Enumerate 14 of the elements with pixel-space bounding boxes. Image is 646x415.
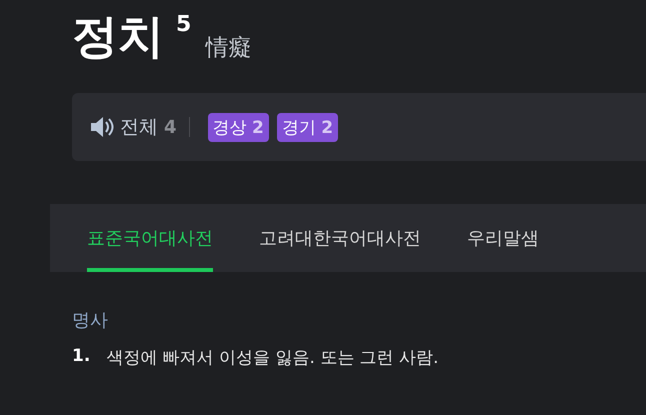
all-label[interactable]: 전체 <box>120 114 158 140</box>
homonym-number: 5 <box>176 12 192 37</box>
hanja: 情癡 <box>205 34 252 63</box>
all-count: 4 <box>164 116 177 138</box>
part-of-speech: 명사 <box>72 309 109 332</box>
speaker-icon[interactable] <box>90 116 114 138</box>
region-tag[interactable]: 경기 2 <box>276 112 338 142</box>
dictionary-tab[interactable]: 표준국어대사전 <box>87 204 213 272</box>
dictionary-tab[interactable]: 고려대한국어대사전 <box>259 204 421 272</box>
definition-text: 색정에 빠져서 이성을 잃음. 또는 그런 사람. <box>106 347 439 369</box>
region-tag[interactable]: 경상 2 <box>208 112 269 142</box>
definition-number: 1. <box>72 346 90 368</box>
dictionary-tab[interactable]: 우리말샘 <box>467 204 539 272</box>
headword: 정치 <box>72 9 164 64</box>
